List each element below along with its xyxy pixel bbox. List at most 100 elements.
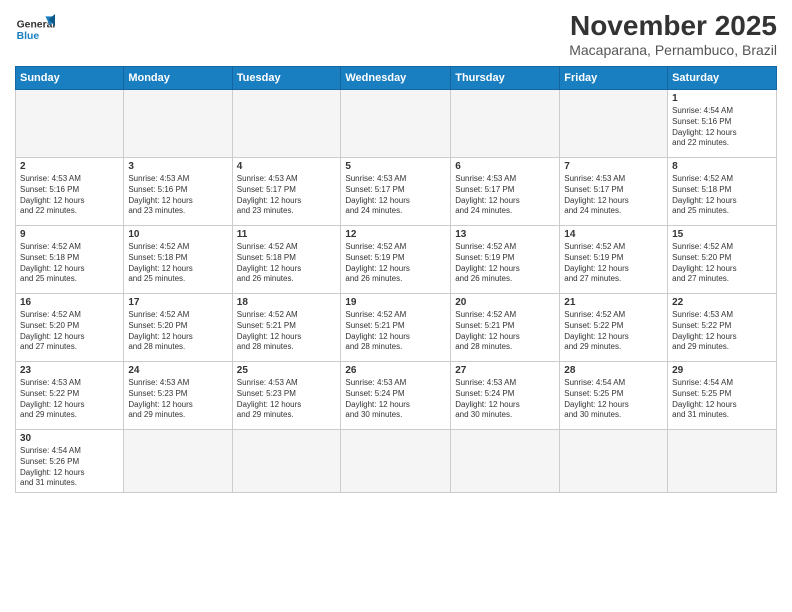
day-info: Sunrise: 4:53 AM Sunset: 5:17 PM Dayligh… [237, 174, 337, 217]
day-info: Sunrise: 4:54 AM Sunset: 5:25 PM Dayligh… [564, 378, 663, 421]
day-info: Sunrise: 4:52 AM Sunset: 5:20 PM Dayligh… [672, 242, 772, 285]
page: General Blue November 2025 Macaparana, P… [0, 0, 792, 612]
day-number: 13 [455, 229, 555, 240]
day-info: Sunrise: 4:52 AM Sunset: 5:20 PM Dayligh… [20, 310, 119, 353]
day-number: 30 [20, 433, 119, 444]
day-info: Sunrise: 4:52 AM Sunset: 5:19 PM Dayligh… [345, 242, 446, 285]
calendar-cell [16, 90, 124, 158]
calendar-cell [124, 90, 232, 158]
day-info: Sunrise: 4:52 AM Sunset: 5:19 PM Dayligh… [455, 242, 555, 285]
calendar-cell: 21Sunrise: 4:52 AM Sunset: 5:22 PM Dayli… [560, 294, 668, 362]
calendar-cell [124, 430, 232, 493]
logo-icon: General Blue [15, 10, 55, 50]
calendar-cell: 25Sunrise: 4:53 AM Sunset: 5:23 PM Dayli… [232, 362, 341, 430]
day-info: Sunrise: 4:52 AM Sunset: 5:21 PM Dayligh… [455, 310, 555, 353]
calendar-week-row: 16Sunrise: 4:52 AM Sunset: 5:20 PM Dayli… [16, 294, 777, 362]
day-info: Sunrise: 4:53 AM Sunset: 5:24 PM Dayligh… [345, 378, 446, 421]
day-info: Sunrise: 4:53 AM Sunset: 5:24 PM Dayligh… [455, 378, 555, 421]
col-sunday: Sunday [16, 67, 124, 90]
calendar-cell: 11Sunrise: 4:52 AM Sunset: 5:18 PM Dayli… [232, 226, 341, 294]
col-saturday: Saturday [668, 67, 777, 90]
day-info: Sunrise: 4:53 AM Sunset: 5:23 PM Dayligh… [237, 378, 337, 421]
header: General Blue November 2025 Macaparana, P… [15, 10, 777, 58]
day-info: Sunrise: 4:54 AM Sunset: 5:26 PM Dayligh… [20, 446, 119, 489]
calendar-cell: 23Sunrise: 4:53 AM Sunset: 5:22 PM Dayli… [16, 362, 124, 430]
calendar-cell: 9 Sunrise: 4:52 AM Sunset: 5:18 PM Daylig… [16, 226, 124, 294]
day-number: 2 [20, 161, 119, 172]
calendar-cell: 20Sunrise: 4:52 AM Sunset: 5:21 PM Dayli… [451, 294, 560, 362]
calendar-cell: 22Sunrise: 4:53 AM Sunset: 5:22 PM Dayli… [668, 294, 777, 362]
day-number: 28 [564, 365, 663, 376]
day-info: Sunrise: 4:53 AM Sunset: 5:17 PM Dayligh… [345, 174, 446, 217]
day-info: Sunrise: 4:52 AM Sunset: 5:21 PM Dayligh… [237, 310, 337, 353]
calendar-cell: 2 Sunrise: 4:53 AM Sunset: 5:16 PM Daylig… [16, 158, 124, 226]
logo: General Blue [15, 10, 55, 50]
month-title: November 2025 [569, 10, 777, 42]
day-number: 5 [345, 161, 446, 172]
calendar-cell: 5 Sunrise: 4:53 AM Sunset: 5:17 PM Daylig… [341, 158, 451, 226]
calendar-cell: 15 Sunrise: 4:52 AM Sunset: 5:20 PM Dayli… [668, 226, 777, 294]
day-info: Sunrise: 4:52 AM Sunset: 5:18 PM Dayligh… [20, 242, 119, 285]
calendar-cell: 26 Sunrise: 4:53 AM Sunset: 5:24 PM Dayli… [341, 362, 451, 430]
calendar-cell [668, 430, 777, 493]
calendar-cell: 8 Sunrise: 4:52 AM Sunset: 5:18 PM Daylig… [668, 158, 777, 226]
calendar-cell [341, 430, 451, 493]
day-info: Sunrise: 4:53 AM Sunset: 5:16 PM Dayligh… [20, 174, 119, 217]
calendar-cell [341, 90, 451, 158]
calendar-cell: 18 Sunrise: 4:52 AM Sunset: 5:21 PM Dayli… [232, 294, 341, 362]
day-number: 22 [672, 297, 772, 308]
day-number: 29 [672, 365, 772, 376]
calendar-cell: 3 Sunrise: 4:53 AM Sunset: 5:16 PM Daylig… [124, 158, 232, 226]
day-info: Sunrise: 4:52 AM Sunset: 5:21 PM Dayligh… [345, 310, 446, 353]
calendar-cell: 29Sunrise: 4:54 AM Sunset: 5:25 PM Dayli… [668, 362, 777, 430]
calendar-week-row: 2 Sunrise: 4:53 AM Sunset: 5:16 PM Daylig… [16, 158, 777, 226]
day-number: 19 [345, 297, 446, 308]
day-number: 15 [672, 229, 772, 240]
col-monday: Monday [124, 67, 232, 90]
calendar-cell: 16Sunrise: 4:52 AM Sunset: 5:20 PM Dayli… [16, 294, 124, 362]
day-number: 9 [20, 229, 119, 240]
col-thursday: Thursday [451, 67, 560, 90]
calendar-cell: 30 Sunrise: 4:54 AM Sunset: 5:26 PM Dayli… [16, 430, 124, 493]
day-number: 27 [455, 365, 555, 376]
calendar-cell [232, 90, 341, 158]
calendar-cell: 28 Sunrise: 4:54 AM Sunset: 5:25 PM Dayli… [560, 362, 668, 430]
day-number: 3 [128, 161, 227, 172]
calendar-week-row: 9 Sunrise: 4:52 AM Sunset: 5:18 PM Daylig… [16, 226, 777, 294]
day-number: 6 [455, 161, 555, 172]
day-info: Sunrise: 4:52 AM Sunset: 5:18 PM Dayligh… [128, 242, 227, 285]
day-info: Sunrise: 4:53 AM Sunset: 5:23 PM Dayligh… [128, 378, 227, 421]
day-info: Sunrise: 4:54 AM Sunset: 5:16 PM Dayligh… [672, 106, 772, 149]
day-info: Sunrise: 4:52 AM Sunset: 5:18 PM Dayligh… [672, 174, 772, 217]
day-number: 7 [564, 161, 663, 172]
calendar-week-row: 30 Sunrise: 4:54 AM Sunset: 5:26 PM Dayli… [16, 430, 777, 493]
day-number: 26 [345, 365, 446, 376]
day-number: 12 [345, 229, 446, 240]
calendar-cell: 12 Sunrise: 4:52 AM Sunset: 5:19 PM Dayli… [341, 226, 451, 294]
day-info: Sunrise: 4:53 AM Sunset: 5:16 PM Dayligh… [128, 174, 227, 217]
day-info: Sunrise: 4:52 AM Sunset: 5:18 PM Dayligh… [237, 242, 337, 285]
day-number: 4 [237, 161, 337, 172]
day-number: 23 [20, 365, 119, 376]
calendar-cell [232, 430, 341, 493]
calendar-week-row: 1Sunrise: 4:54 AM Sunset: 5:16 PM Daylig… [16, 90, 777, 158]
calendar-cell: 17 Sunrise: 4:52 AM Sunset: 5:20 PM Dayli… [124, 294, 232, 362]
calendar-cell: 1Sunrise: 4:54 AM Sunset: 5:16 PM Daylig… [668, 90, 777, 158]
day-number: 18 [237, 297, 337, 308]
calendar-week-row: 23Sunrise: 4:53 AM Sunset: 5:22 PM Dayli… [16, 362, 777, 430]
calendar-cell [451, 90, 560, 158]
day-number: 17 [128, 297, 227, 308]
calendar-header-row: Sunday Monday Tuesday Wednesday Thursday… [16, 67, 777, 90]
day-info: Sunrise: 4:52 AM Sunset: 5:19 PM Dayligh… [564, 242, 663, 285]
day-info: Sunrise: 4:53 AM Sunset: 5:17 PM Dayligh… [455, 174, 555, 217]
calendar-cell: 24 Sunrise: 4:53 AM Sunset: 5:23 PM Dayli… [124, 362, 232, 430]
day-number: 21 [564, 297, 663, 308]
day-info: Sunrise: 4:52 AM Sunset: 5:20 PM Dayligh… [128, 310, 227, 353]
calendar-cell [560, 90, 668, 158]
day-number: 24 [128, 365, 227, 376]
day-number: 8 [672, 161, 772, 172]
calendar-cell: 10Sunrise: 4:52 AM Sunset: 5:18 PM Dayli… [124, 226, 232, 294]
calendar-cell: 7Sunrise: 4:53 AM Sunset: 5:17 PM Daylig… [560, 158, 668, 226]
col-friday: Friday [560, 67, 668, 90]
calendar-cell: 13 Sunrise: 4:52 AM Sunset: 5:19 PM Dayli… [451, 226, 560, 294]
